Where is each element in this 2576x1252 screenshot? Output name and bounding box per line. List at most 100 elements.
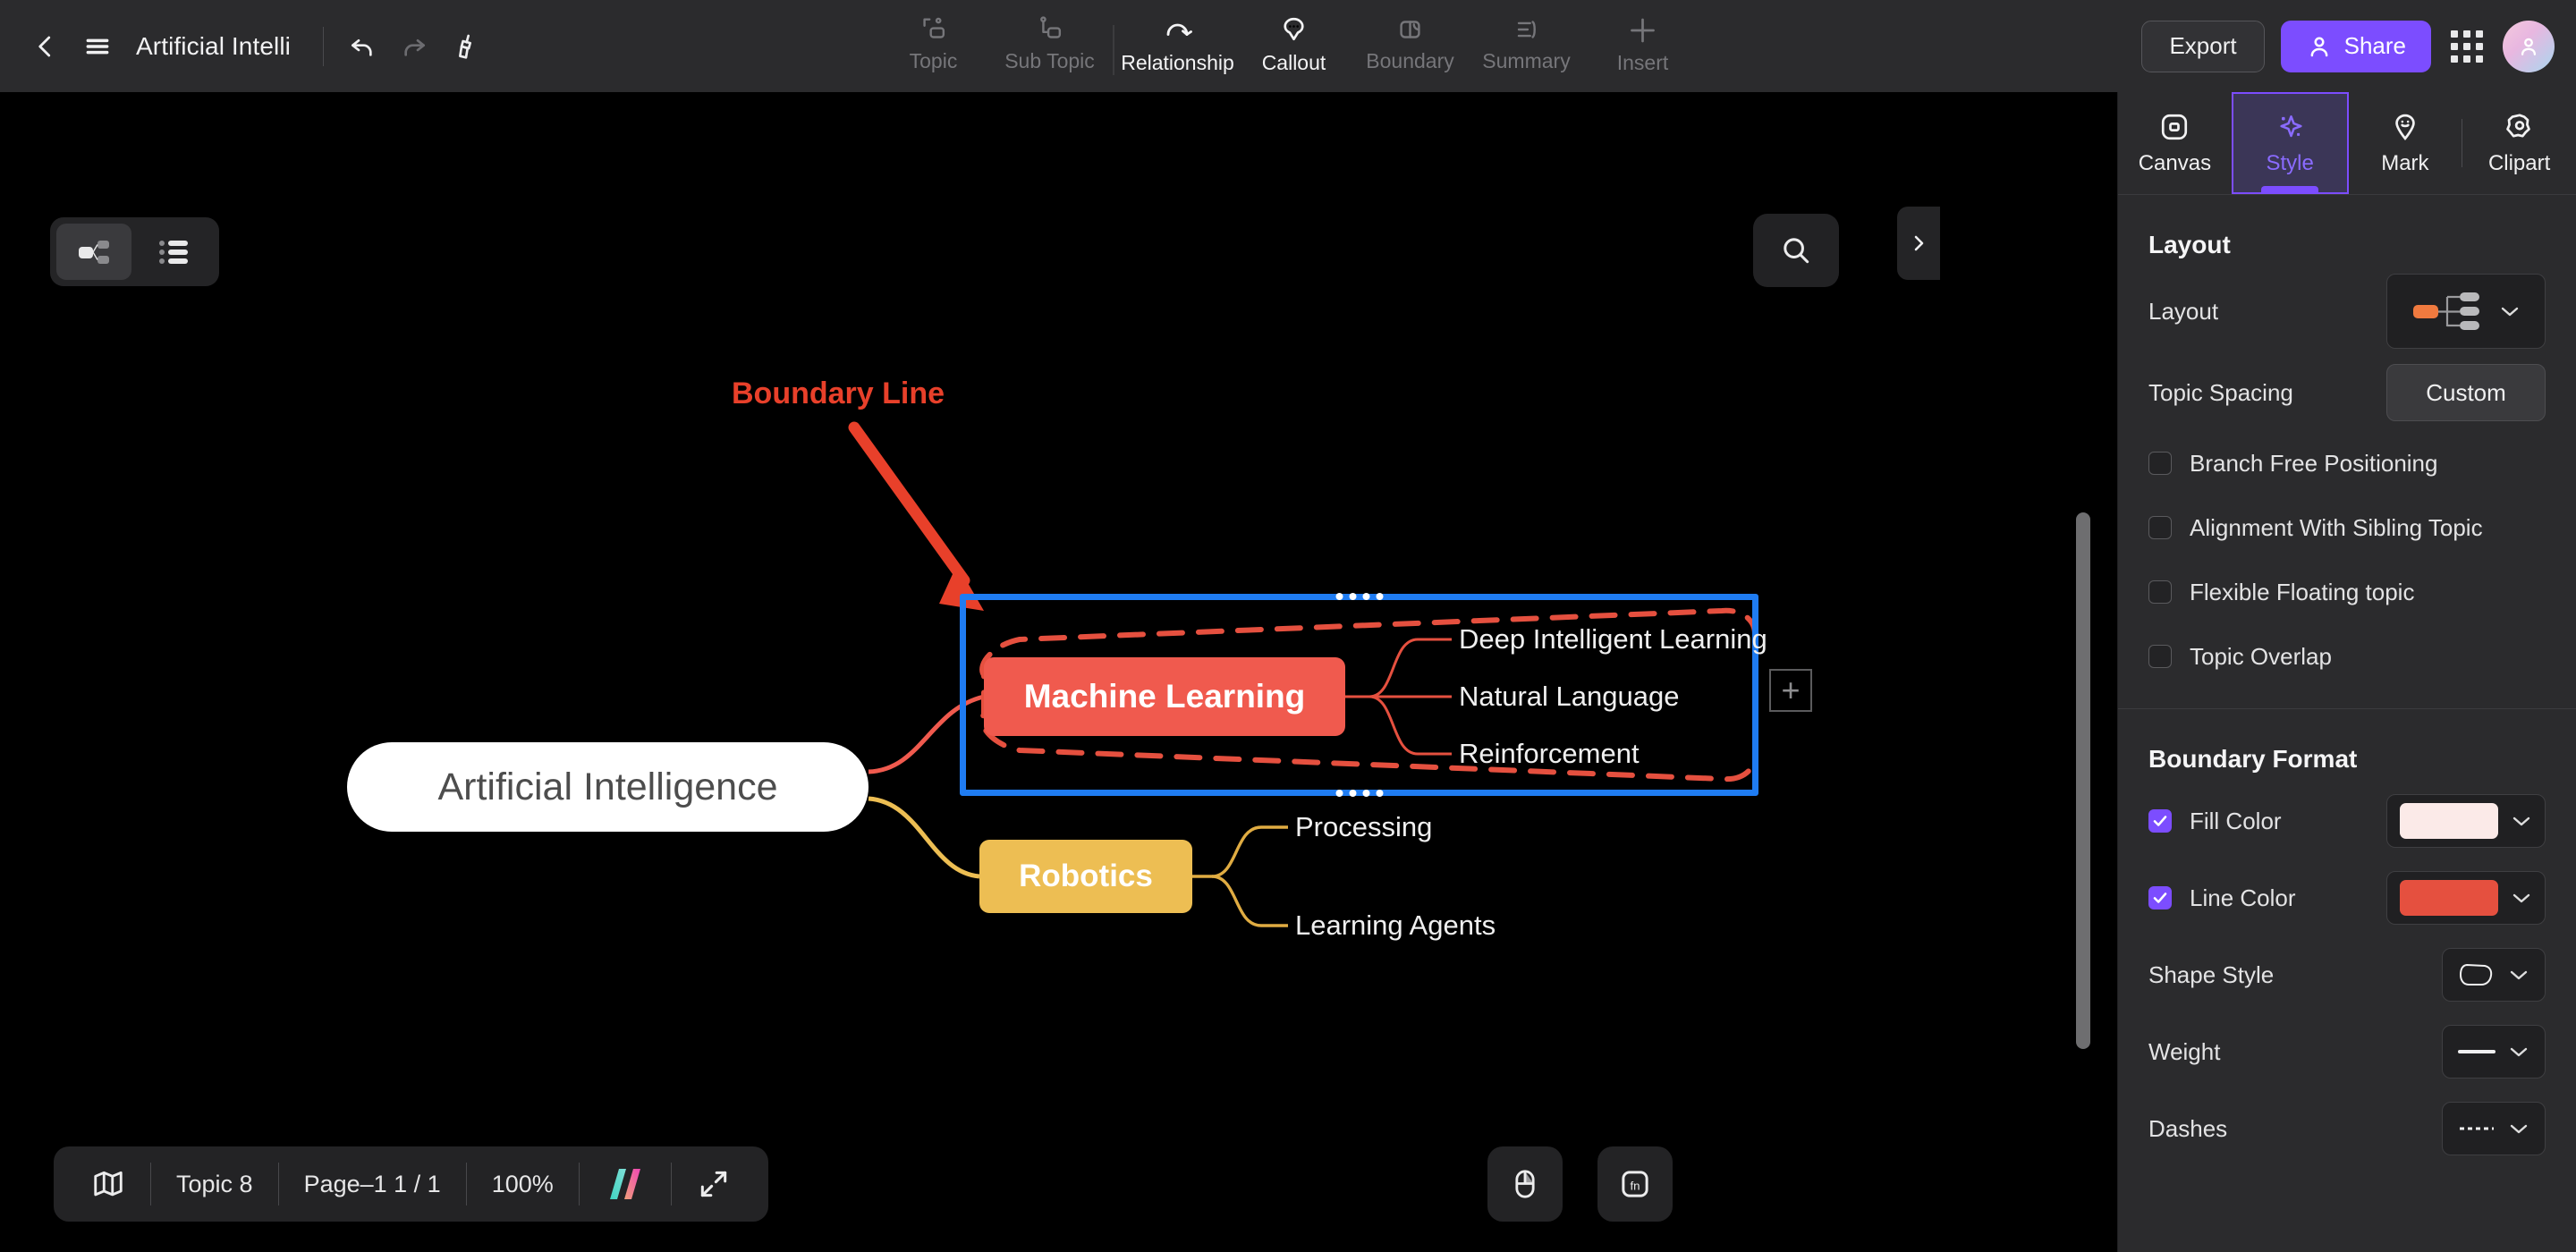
menu-button[interactable] xyxy=(72,21,123,72)
tool-boundary[interactable]: Boundary xyxy=(1352,7,1469,88)
canvas-vertical-scrollbar[interactable] xyxy=(2076,512,2090,1049)
checkbox-alignment-with-sibling-topic[interactable]: Alignment With Sibling Topic xyxy=(2148,495,2546,560)
tool-relationship[interactable]: Relationship xyxy=(1120,7,1236,88)
tool-callout-label: Callout xyxy=(1261,51,1326,74)
toolbar-tools-group: Topic Sub Topic Relationship Callout Bou… xyxy=(876,0,1701,92)
checkbox-topic-overlap[interactable]: Topic Overlap xyxy=(2148,624,2546,689)
row-layout: Layout xyxy=(2148,268,2546,354)
checkbox-label: Branch Free Positioning xyxy=(2190,449,2438,477)
checkbox-flexible-floating-topic[interactable]: Flexible Floating topic xyxy=(2148,560,2546,624)
format-painter-button[interactable] xyxy=(440,21,492,72)
node-artificial-intelligence[interactable]: Artificial Intelligence xyxy=(347,742,869,832)
right-sidebar: Canvas Style Mark Clipart Layout Layout xyxy=(2117,92,2576,1252)
leaf-learning-agents[interactable]: Learning Agents xyxy=(1295,909,1496,942)
status-bar: Topic 8 Page–1 1 / 1 100% xyxy=(54,1146,768,1222)
map-overview-button[interactable] xyxy=(66,1146,150,1222)
tool-topic[interactable]: Topic xyxy=(876,7,992,88)
sidebar-tabs: Canvas Style Mark Clipart xyxy=(2118,92,2576,195)
topic-spacing-button[interactable]: Custom xyxy=(2386,364,2546,421)
blob-shape-icon xyxy=(2460,964,2493,986)
leaf-deep-intelligent-learning[interactable]: Deep Intelligent Learning xyxy=(1459,623,1767,656)
export-button-label: Export xyxy=(2169,32,2237,59)
tool-insert-label: Insert xyxy=(1616,51,1669,74)
map-icon xyxy=(94,1171,123,1197)
mouse-mode-button[interactable] xyxy=(1487,1146,1563,1222)
topic-icon xyxy=(923,17,945,38)
fill-color-swatch xyxy=(2400,803,2498,839)
leaf-reinforcement[interactable]: Reinforcement xyxy=(1459,738,1640,770)
avatar[interactable] xyxy=(2503,20,2555,72)
check-icon xyxy=(2153,816,2167,826)
node-machine-learning[interactable]: Machine Learning xyxy=(984,657,1345,736)
fullscreen-button[interactable] xyxy=(672,1146,756,1222)
sidebar-collapse-button[interactable] xyxy=(1897,207,1940,280)
boundary-handle-bottom[interactable] xyxy=(1335,790,1383,797)
back-button[interactable] xyxy=(20,21,72,72)
tab-mark[interactable]: Mark xyxy=(2349,92,2462,194)
apps-grid-icon[interactable] xyxy=(2447,27,2487,66)
dashes-select[interactable] xyxy=(2442,1102,2546,1155)
redo-button[interactable] xyxy=(388,21,440,72)
mindmap-app: Artificial Intelli Topic Sub Topic Relat… xyxy=(0,0,2576,1252)
topic-count[interactable]: Topic 8 xyxy=(151,1146,278,1222)
weight-label: Weight xyxy=(2148,1037,2221,1065)
checkbox-fill-color[interactable]: Fill Color xyxy=(2148,789,2386,853)
layout-select[interactable] xyxy=(2386,274,2546,349)
line-color-picker[interactable] xyxy=(2386,871,2546,925)
undo-button[interactable] xyxy=(336,21,388,72)
fn-key-button[interactable]: fn xyxy=(1597,1146,1673,1222)
tool-callout[interactable]: Callout xyxy=(1236,7,1352,88)
boundary-icon xyxy=(1400,21,1420,38)
line-color-label: Line Color xyxy=(2190,884,2296,911)
layout-right-tree-icon xyxy=(2413,292,2479,330)
redo-icon xyxy=(404,38,425,56)
zoom-level[interactable]: 100% xyxy=(467,1146,579,1222)
person-share-icon xyxy=(2310,36,2327,56)
solid-line-icon xyxy=(2458,1050,2496,1053)
tool-insert[interactable]: Insert xyxy=(1585,7,1701,88)
checkbox-label: Alignment With Sibling Topic xyxy=(2190,513,2483,541)
boundary-format-title: Boundary Format xyxy=(2148,745,2358,773)
tab-clipart[interactable]: Clipart xyxy=(2462,92,2576,194)
style-sparkle-icon xyxy=(2280,114,2302,137)
mindmap-canvas[interactable]: Boundary Line + Artificial Intelligence … xyxy=(0,92,2117,1252)
share-button-label: Share xyxy=(2343,32,2406,59)
checkbox-label: Flexible Floating topic xyxy=(2190,578,2415,605)
checkbox-branch-free-positioning[interactable]: Branch Free Positioning xyxy=(2148,431,2546,495)
check-icon xyxy=(2153,892,2167,903)
tab-style[interactable]: Style xyxy=(2231,92,2349,194)
checkbox-line-color[interactable]: Line Color xyxy=(2148,866,2386,930)
annotation-arrow-icon xyxy=(848,421,984,611)
search-button[interactable] xyxy=(1753,214,1839,287)
leaf-natural-language[interactable]: Natural Language xyxy=(1459,681,1679,713)
add-topic-button[interactable]: + xyxy=(1769,669,1812,712)
shape-style-select[interactable] xyxy=(2442,948,2546,1002)
node-label: Machine Learning xyxy=(1023,678,1306,715)
export-button[interactable]: Export xyxy=(2141,20,2265,72)
leaf-processing[interactable]: Processing xyxy=(1295,811,1432,843)
tool-sub-topic[interactable]: Sub Topic xyxy=(992,7,1108,88)
weight-select[interactable] xyxy=(2442,1025,2546,1079)
node-label: Artificial Intelligence xyxy=(437,765,778,808)
tool-boundary-label: Boundary xyxy=(1366,49,1454,72)
search-icon xyxy=(1784,238,1809,264)
topic-spacing-label: Topic Spacing xyxy=(2148,378,2293,406)
tool-summary[interactable]: Summary xyxy=(1469,7,1585,88)
chevron-right-icon xyxy=(1914,235,1924,251)
fill-color-picker[interactable] xyxy=(2386,794,2546,848)
document-title[interactable]: Artificial Intelli xyxy=(136,32,291,61)
boundary-handle-top[interactable] xyxy=(1335,593,1383,600)
outline-view-button[interactable] xyxy=(135,224,210,280)
ai-assistant-button[interactable] xyxy=(580,1146,671,1222)
layout-section-title: Layout xyxy=(2148,231,2231,258)
fullscreen-icon xyxy=(700,1171,726,1197)
share-button[interactable]: Share xyxy=(2280,20,2431,72)
node-robotics[interactable]: Robotics xyxy=(979,840,1192,913)
chevron-left-icon xyxy=(38,36,51,56)
page-indicator[interactable]: Page–1 1 / 1 xyxy=(279,1146,466,1222)
mindmap-view-button[interactable] xyxy=(56,224,131,280)
line-color-swatch xyxy=(2400,880,2498,916)
row-weight: Weight xyxy=(2148,1013,2546,1090)
canvas-icon xyxy=(2162,114,2188,140)
tab-canvas[interactable]: Canvas xyxy=(2118,92,2232,194)
